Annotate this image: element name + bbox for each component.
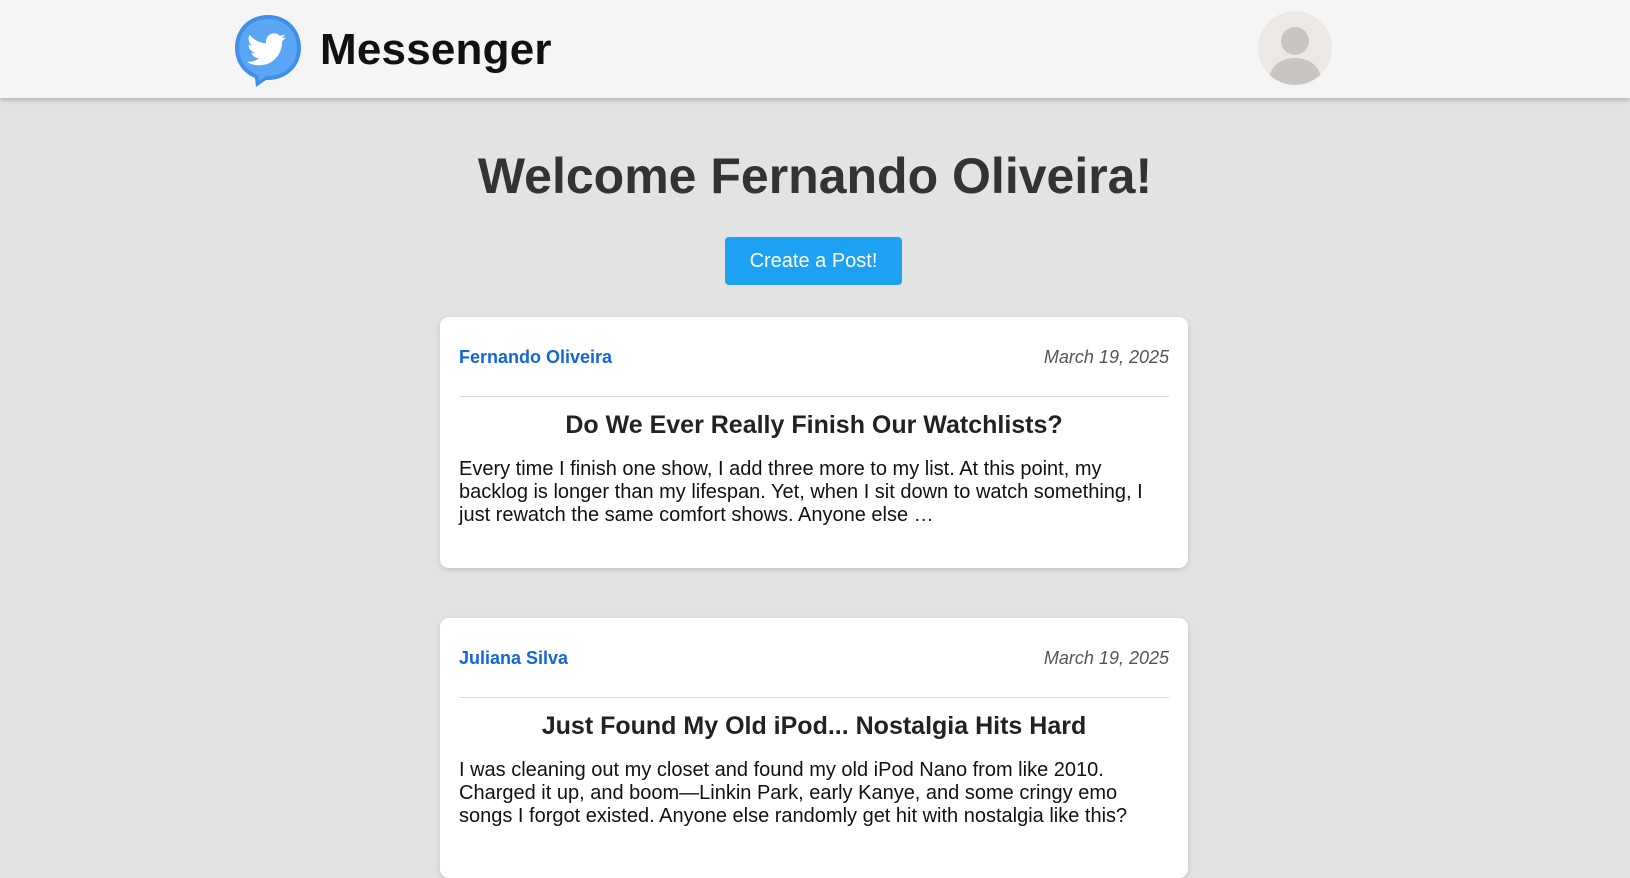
post-author-link[interactable]: Fernando Oliveira (459, 347, 612, 368)
post-title[interactable]: Do We Ever Really Finish Our Watchlists? (459, 410, 1169, 440)
twitter-bird-chat-bubble-icon (235, 15, 301, 87)
post-card: Fernando Oliveira March 19, 2025 Do We E… (440, 317, 1188, 568)
brand[interactable]: Messenger (232, 12, 552, 88)
post-title[interactable]: Just Found My Old iPod... Nostalgia Hits… (459, 711, 1169, 741)
user-silhouette-icon (1268, 27, 1322, 85)
post-header: Fernando Oliveira March 19, 2025 (459, 317, 1169, 397)
post-author-link[interactable]: Juliana Silva (459, 648, 568, 669)
post-body: Every time I finish one show, I add thre… (459, 458, 1143, 526)
app-title: Messenger (320, 25, 552, 74)
post-card: Juliana Silva March 19, 2025 Just Found … (440, 618, 1188, 878)
welcome-heading: Welcome Fernando Oliveira! (477, 148, 1153, 204)
post-date: March 19, 2025 (1043, 648, 1169, 668)
post-body: I was cleaning out my closet and found m… (459, 759, 1128, 827)
create-post-button[interactable]: Create a Post! (725, 237, 902, 285)
top-navigation-bar: Messenger (0, 0, 1630, 98)
user-avatar[interactable] (1258, 11, 1332, 85)
post-date: March 19, 2025 (1043, 347, 1169, 367)
post-header: Juliana Silva March 19, 2025 (459, 618, 1169, 698)
